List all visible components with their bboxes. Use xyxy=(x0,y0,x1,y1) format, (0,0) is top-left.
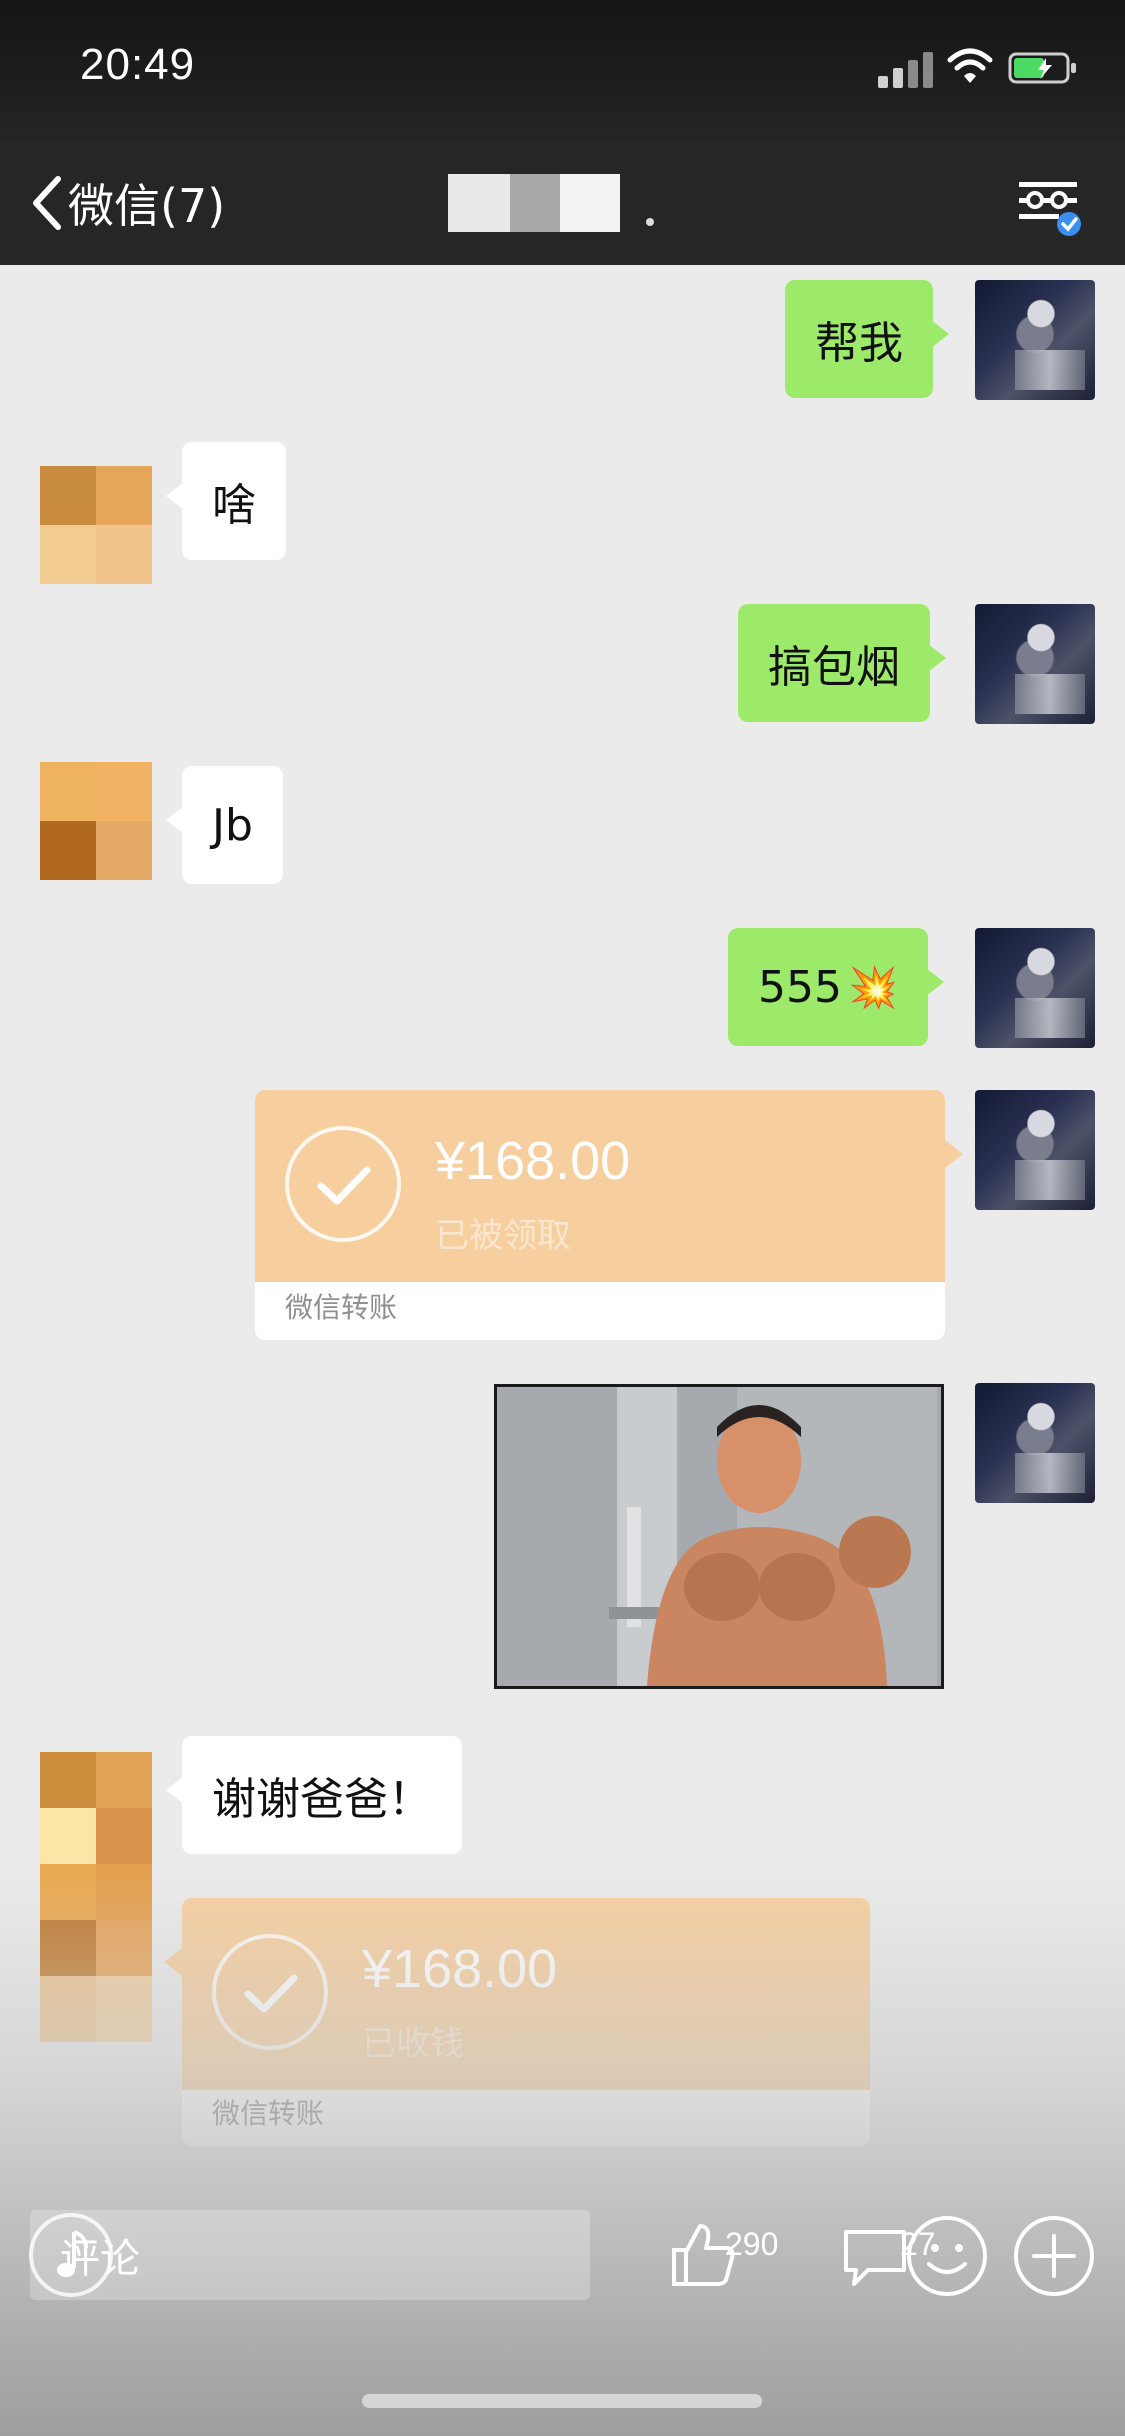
message-text: 啥 xyxy=(212,480,256,531)
my-avatar[interactable] xyxy=(975,604,1095,724)
my-message-bubble[interactable]: 555 💥 xyxy=(728,928,944,1046)
status-time: 20:49 xyxy=(80,40,196,89)
transfer-card[interactable]: ¥168.00 已收钱 微信转账 xyxy=(182,1898,870,2146)
my-message-bubble[interactable]: 帮我 xyxy=(785,280,949,398)
back-label: 微信(7) xyxy=(68,179,226,233)
add-icon[interactable] xyxy=(1012,2214,1096,2298)
my-avatar[interactable] xyxy=(975,1383,1095,1503)
transfer-label: 微信转账 xyxy=(285,1291,398,1324)
nav-bar: 微信(7) xyxy=(0,140,1125,265)
chat-settings-icon[interactable] xyxy=(1015,176,1087,238)
message-text: 谢谢爸爸！ xyxy=(212,1774,432,1825)
contact-message-bubble[interactable]: 谢谢爸爸！ xyxy=(166,1736,462,1854)
contact-avatar[interactable] xyxy=(40,762,152,880)
message-text: 帮我 xyxy=(815,318,903,369)
contact-avatar[interactable] xyxy=(40,466,152,584)
check-circle-icon xyxy=(212,1934,328,2050)
my-avatar[interactable] xyxy=(975,928,1095,1048)
message-text: 555 xyxy=(758,961,842,1013)
transfer-status: 已被领取 xyxy=(435,1216,571,1256)
contact-avatar[interactable] xyxy=(40,1752,152,2042)
explosion-emoji: 💥 xyxy=(847,964,898,1011)
transfer-amount: ¥168.00 xyxy=(435,1131,631,1191)
back-button[interactable]: 微信(7) xyxy=(28,168,225,238)
music-note-icon[interactable] xyxy=(26,2210,116,2300)
wifi-icon xyxy=(947,48,993,83)
signal-icon xyxy=(878,50,936,88)
my-message-bubble[interactable]: 搞包烟 xyxy=(738,604,946,722)
message-text: Jb xyxy=(212,799,253,851)
like-count: 290 xyxy=(725,2226,779,2262)
my-avatar[interactable] xyxy=(975,280,1095,400)
transfer-card[interactable]: ¥168.00 已被领取 微信转账 xyxy=(255,1090,945,1340)
photo-icon[interactable] xyxy=(494,1384,944,1689)
chevron-left-icon xyxy=(33,176,61,230)
chat-title-blurred xyxy=(448,174,654,234)
emoji-icon[interactable] xyxy=(905,2214,989,2298)
comment-bar: 评论 290 27 xyxy=(0,2190,1125,2320)
transfer-status: 已收钱 xyxy=(362,2024,464,2064)
my-avatar[interactable] xyxy=(975,1090,1095,1210)
transfer-label: 微信转账 xyxy=(212,2097,325,2130)
home-indicator[interactable] xyxy=(362,2394,762,2408)
status-bar: 20:49 xyxy=(0,0,1125,140)
transfer-amount: ¥168.00 xyxy=(362,1939,558,1999)
message-text: 搞包烟 xyxy=(768,642,900,693)
comment-icon[interactable] xyxy=(842,2226,908,2288)
contact-message-bubble[interactable]: 啥 xyxy=(166,442,286,560)
battery-icon xyxy=(1008,52,1076,84)
check-circle-icon xyxy=(285,1126,401,1242)
contact-message-bubble[interactable]: Jb xyxy=(166,766,283,884)
